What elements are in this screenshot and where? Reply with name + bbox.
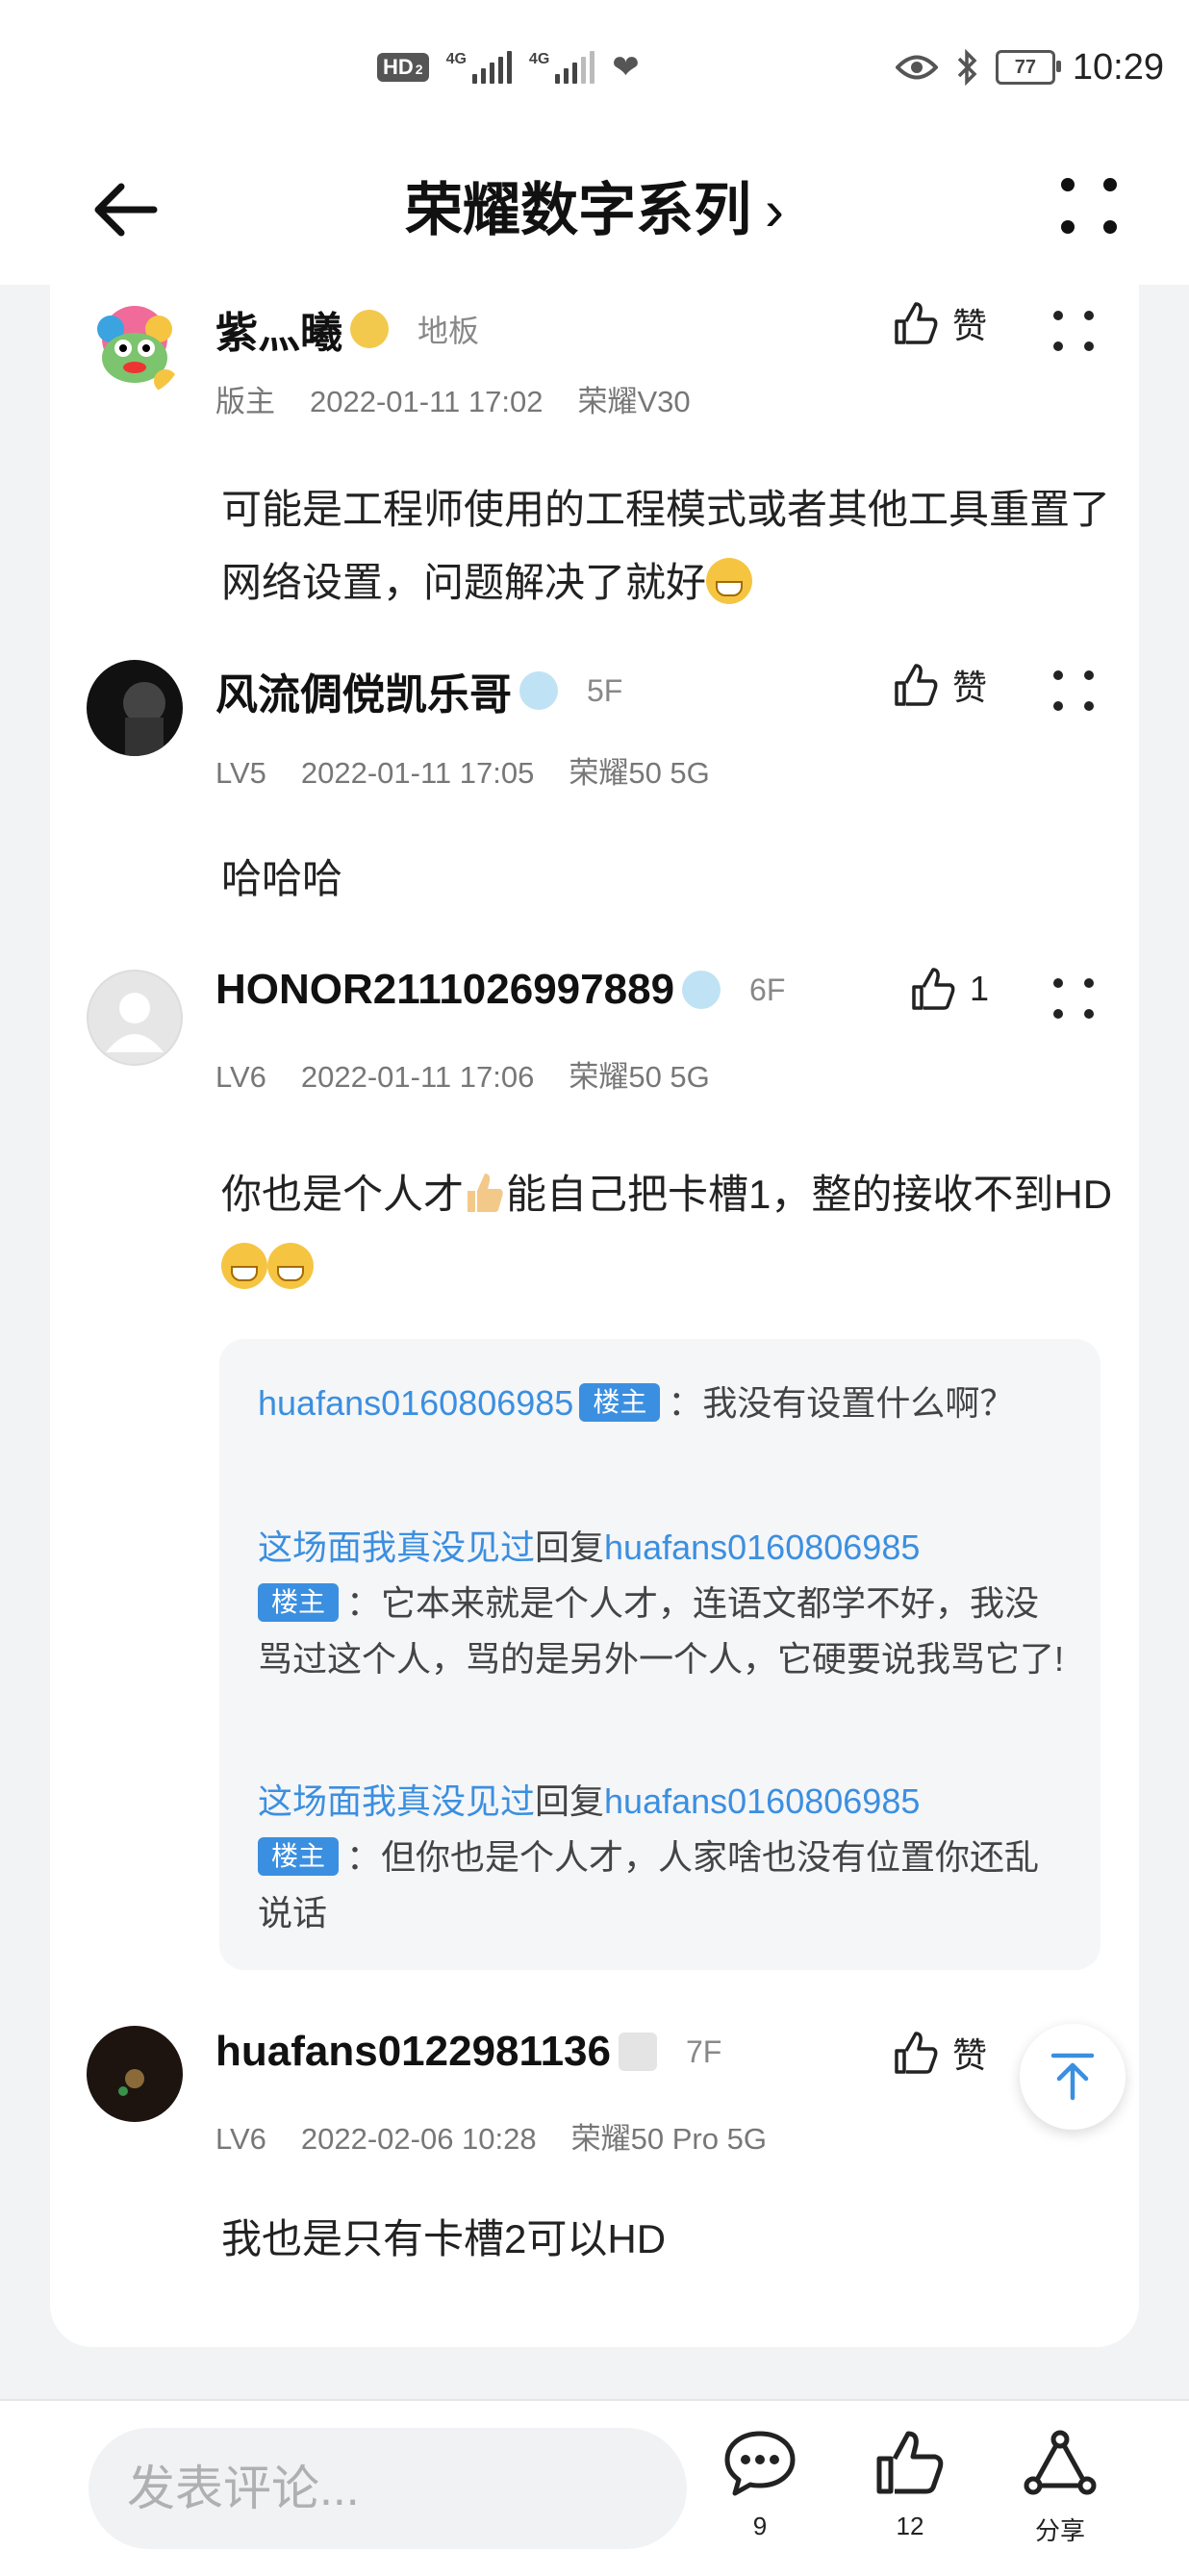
avatar[interactable] — [87, 2026, 183, 2122]
battery-icon: 77 — [995, 50, 1061, 85]
more-icon[interactable] — [1047, 304, 1100, 358]
bluetooth-icon — [957, 49, 977, 86]
floor-label: 7F — [685, 2033, 722, 2069]
scroll-to-top-button[interactable] — [1020, 2024, 1126, 2130]
op-badge: 楼主 — [579, 1383, 661, 1422]
status-left-icons: HD 2 4G 4G ❤ — [377, 46, 640, 88]
post-meta: LV6 2022-02-06 10:28 荣耀50 Pro 5G — [215, 2122, 767, 2156]
post-meta: 版主 2022-01-11 17:02 荣耀V30 — [215, 385, 691, 418]
comments-card: 紫灬曦 地板 版主 2022-01-11 17:02 荣耀V30 赞 可能是工程师使用… — [50, 285, 1139, 2347]
bottom-bar: 9 12 分享 — [0, 2399, 1189, 2576]
reply-item[interactable]: 这场面我真没见过回复huafans0160806985 楼主 ：但你也是个人才，人家… — [258, 1774, 1066, 1941]
comment-text: 可能是工程师使用的工程模式或者其他工具重置了网络设置，问题解决了就好 — [221, 487, 1111, 605]
comments-button[interactable]: 9 — [702, 2430, 818, 2541]
signal-icon-2: 4G — [529, 51, 595, 84]
reply-item[interactable]: 这场面我真没见过回复huafans0160806985 楼主 ：它本来就是个人才，连… — [258, 1520, 1066, 1687]
comment-item: huafans0122981136 7F LV6 2022-02-06 10:28 荣… — [50, 2026, 1139, 2334]
medal-icon — [682, 971, 721, 1009]
status-right-icons: 77 10:29 — [895, 42, 1164, 92]
status-bar: HD 2 4G 4G ❤ 77 10:29 — [0, 0, 1189, 135]
app-header: 荣耀数字系列 › — [0, 135, 1189, 285]
thumb-up-icon — [895, 664, 938, 706]
like-button[interactable]: 赞 — [893, 660, 987, 710]
more-icon[interactable] — [1047, 972, 1100, 1025]
floor-label: 5F — [587, 672, 623, 708]
medal-icon — [618, 2033, 657, 2071]
replies-box: huafans0160806985 楼主 ：我没有设置什么啊？ 这场面我真没见过回复… — [219, 1339, 1100, 1970]
reply-item[interactable]: huafans0160806985 楼主 ：我没有设置什么啊？ — [258, 1376, 1066, 1431]
share-button[interactable]: 分享 — [1002, 2430, 1118, 2547]
eye-icon — [895, 55, 938, 80]
floor-label: 地板 — [417, 314, 480, 348]
more-icon[interactable] — [1047, 664, 1100, 718]
comment-text: 哈哈哈 — [221, 856, 343, 901]
thumb-up-icon — [895, 2032, 938, 2074]
thumb-up-icon — [876, 2431, 944, 2494]
medal-icon — [350, 310, 389, 348]
chevron-right-icon: › — [765, 178, 784, 242]
heart-icon: ❤ — [612, 49, 640, 86]
username[interactable]: 风流倜傥凯乐哥 5F — [215, 660, 622, 721]
floor-label: 6F — [749, 972, 786, 1007]
thumbs-up-emoji-icon — [468, 1174, 503, 1212]
thumb-up-icon — [895, 302, 938, 344]
post-meta: LV6 2022-01-11 17:06 荣耀50 5G — [215, 1060, 710, 1094]
op-badge: 楼主 — [258, 1837, 340, 1876]
like-button[interactable]: 赞 — [893, 2028, 987, 2078]
username[interactable]: 紫灬曦 地板 — [215, 298, 479, 360]
arrow-up-icon — [1050, 2053, 1095, 2101]
comment-input[interactable] — [89, 2428, 687, 2549]
comment-item: 风流倜傥凯乐哥 5F LV5 2022-01-11 17:05 荣耀50 5G 赞 哈… — [50, 660, 1139, 948]
likes-count: 12 — [896, 2512, 924, 2540]
post-meta: LV5 2022-01-11 17:05 荣耀50 5G — [215, 756, 710, 790]
thumb-up-icon — [912, 968, 955, 1010]
avatar[interactable] — [87, 300, 183, 396]
comment-item: 紫灬曦 地板 版主 2022-01-11 17:02 荣耀V30 赞 可能是工程师使用… — [50, 285, 1139, 650]
likes-button[interactable]: 12 — [852, 2430, 968, 2541]
grin-emoji-icon — [221, 1243, 267, 1289]
clock: 10:29 — [1072, 46, 1164, 88]
share-icon — [1024, 2430, 1097, 2495]
comment-text: 你也是个人才 能自己把卡槽1，整的接收不到HD — [221, 1158, 1145, 1304]
avatar[interactable] — [87, 970, 183, 1066]
hd-icon: HD 2 — [377, 53, 429, 82]
grin-emoji-icon — [267, 1243, 314, 1289]
medal-icon — [519, 671, 558, 710]
like-button[interactable]: 1 — [910, 966, 989, 1012]
username[interactable]: huafans0122981136 7F — [215, 2028, 721, 2076]
username[interactable]: HONOR2111026997889 6F — [215, 966, 785, 1014]
avatar[interactable] — [87, 660, 183, 756]
like-button[interactable]: 赞 — [893, 298, 987, 348]
share-label: 分享 — [1034, 2516, 1085, 2545]
comment-icon — [724, 2431, 796, 2496]
more-icon[interactable] — [1050, 167, 1127, 244]
signal-icon: 4G — [446, 51, 512, 84]
op-badge: 楼主 — [258, 1583, 340, 1622]
comment-text: 我也是只有卡槽2可以HD — [221, 2216, 667, 2261]
comments-count: 9 — [752, 2512, 768, 2540]
page-title[interactable]: 荣耀数字系列 › — [0, 164, 1189, 247]
grin-emoji-icon — [706, 558, 753, 604]
